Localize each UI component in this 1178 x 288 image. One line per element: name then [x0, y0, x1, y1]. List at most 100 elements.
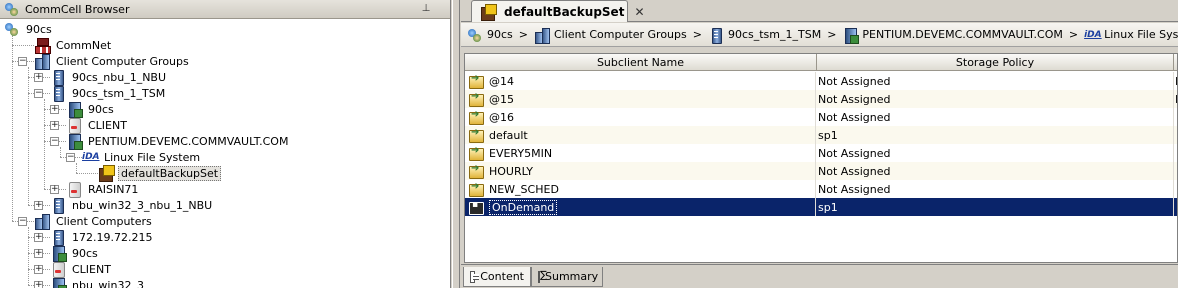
column-header-storage-policy[interactable]: Storage Policy	[817, 54, 1174, 71]
expand-icon[interactable]: +	[50, 185, 59, 194]
collapse-icon[interactable]: −	[18, 217, 27, 226]
storage-policy-cell: Not Assigned	[817, 90, 1174, 108]
tree-item[interactable]: nbu_win32_3	[50, 277, 146, 288]
expand-icon[interactable]: +	[34, 249, 43, 258]
media-agent-icon	[50, 229, 66, 246]
collapse-icon[interactable]: −	[18, 57, 27, 66]
extra-cell	[1174, 108, 1177, 126]
tree-item[interactable]: CommNet	[34, 37, 113, 54]
table-row[interactable]: @15 Not AssignedD	[465, 90, 1177, 108]
tree-connector	[60, 147, 61, 157]
subclient-name: NEW_SCHED	[489, 182, 559, 196]
storage-policy-cell: sp1	[817, 198, 1174, 216]
table-row[interactable]: @14 Not AssignedD	[465, 72, 1177, 90]
table-row[interactable]: HOURLY Not Assigned	[465, 162, 1177, 180]
tree-item[interactable]: RAISIN71	[66, 181, 140, 198]
content-panel: defaultBackupSet ✕ 90cs > Client Computer …	[461, 0, 1178, 288]
tree-connector	[44, 99, 45, 189]
expand-icon[interactable]: +	[34, 265, 43, 274]
extra-cell: D	[1174, 72, 1177, 90]
tree-item[interactable]: 90cs	[66, 101, 116, 118]
media-server-icon	[50, 277, 67, 288]
ida-icon: iDA	[82, 152, 100, 162]
expand-icon[interactable]: +	[34, 73, 43, 82]
storage-policy-cell: sp1	[817, 126, 1174, 144]
pin-icon[interactable]: ⊥	[420, 3, 432, 15]
tree-item[interactable]: Client Computer Groups	[34, 53, 191, 70]
tab-default-backup-set[interactable]: defaultBackupSet ✕	[471, 0, 645, 22]
commcell-browser-titlebar: CommCell Browser	[0, 0, 450, 19]
breadcrumb-separator: >	[692, 28, 702, 41]
subclient-name: OnDemand	[489, 199, 558, 215]
tree-connector	[12, 45, 34, 46]
subclient-icon	[468, 181, 484, 197]
collapse-icon[interactable]: −	[50, 137, 59, 146]
close-icon[interactable]: ✕	[634, 5, 644, 19]
tree-item-label: Linux File System	[104, 150, 201, 164]
column-header-subclient-name[interactable]: Subclient Name	[465, 54, 817, 71]
panel-title: CommCell Browser	[25, 2, 130, 16]
content-grid-icon	[470, 270, 480, 283]
expand-icon[interactable]: +	[50, 121, 59, 130]
breadcrumb-item[interactable]: 90cs	[467, 27, 513, 43]
storage-policy-cell: Not Assigned	[817, 162, 1174, 180]
client-icon	[50, 261, 66, 278]
breadcrumb-item[interactable]: Client Computer Groups	[534, 27, 687, 44]
breadcrumb-item[interactable]: PENTIUM.DEVEMC.COMMVAULT.COM	[842, 27, 1063, 44]
breadcrumb-label: Client Computer Groups	[554, 28, 687, 41]
subclient-icon	[468, 73, 484, 89]
tree-item[interactable]: 90cs	[4, 21, 54, 37]
commcell-icon	[4, 1, 20, 17]
breadcrumb-item[interactable]: 90cs_tsm_1_TSM	[708, 27, 821, 44]
expand-icon[interactable]: +	[34, 281, 43, 288]
table-row[interactable]: OnDemand sp1	[465, 198, 1177, 216]
column-header-extra[interactable]	[1174, 54, 1177, 71]
view-tabs: Content Summary	[461, 264, 1178, 288]
table-header: Subclient Name Storage Policy	[465, 54, 1177, 71]
tree-item-label: CLIENT	[88, 118, 127, 132]
summary-icon	[538, 270, 547, 283]
subclient-name: EVERY5MIN	[489, 146, 553, 160]
breadcrumb-item[interactable]: iDALinux File System	[1084, 27, 1178, 43]
tab-content[interactable]: Content	[463, 267, 531, 287]
table-row[interactable]: EVERY5MIN Not Assigned	[465, 144, 1177, 162]
tab-content-label: Content	[480, 270, 524, 283]
subclient-table: Subclient Name Storage Policy @14 Not Ass…	[464, 53, 1178, 263]
tree-item[interactable]: CLIENT	[66, 117, 129, 134]
tree-item[interactable]: Client Computers	[34, 213, 154, 230]
tree-item-label: Client Computer Groups	[56, 54, 189, 68]
table-row[interactable]: NEW_SCHED Not Assigned	[465, 180, 1177, 198]
tree-item[interactable]: iDA Linux File System	[82, 149, 202, 165]
client-group-icon	[534, 27, 550, 44]
tree-item-label: Client Computers	[56, 214, 152, 228]
storage-policy-cell: Not Assigned	[817, 144, 1174, 162]
table-row[interactable]: default sp1	[465, 126, 1177, 144]
tree-item[interactable]: 90cs_tsm_1_TSM	[50, 85, 167, 102]
tree-item[interactable]: nbu_win32_3_nbu_1_NBU	[50, 197, 214, 214]
expand-icon[interactable]: +	[34, 201, 43, 210]
commcell-browser-panel: CommCell Browser ⊥ 90cs CommNet Client Com…	[0, 0, 451, 288]
collapse-icon[interactable]: −	[34, 89, 43, 98]
tree-item[interactable]: 172.19.72.215	[50, 229, 154, 246]
extra-cell	[1174, 126, 1177, 144]
client-group-icon	[34, 53, 50, 70]
expand-icon[interactable]: +	[34, 233, 43, 242]
expand-icon[interactable]: +	[50, 105, 59, 114]
extra-cell	[1174, 198, 1177, 216]
tree-item[interactable]: PENTIUM.DEVEMC.COMMVAULT.COM	[66, 133, 290, 150]
subclient-icon	[468, 91, 484, 107]
tree-item[interactable]: defaultBackupSet	[98, 165, 222, 182]
tab-summary[interactable]: Summary	[531, 267, 603, 287]
subclient-name: default	[489, 128, 528, 142]
pane-splitter[interactable]	[452, 0, 460, 288]
table-row[interactable]: @16 Not Assigned	[465, 108, 1177, 126]
tree-item-label: 90cs	[72, 246, 98, 260]
tree-item[interactable]: CLIENT	[50, 261, 113, 278]
breadcrumb-separator: >	[827, 28, 837, 41]
storage-policy-cell: Not Assigned	[817, 108, 1174, 126]
tree-item[interactable]: 90cs	[50, 245, 100, 262]
collapse-icon[interactable]: −	[66, 153, 75, 162]
tree-item[interactable]: 90cs_nbu_1_NBU	[50, 69, 168, 86]
tree-connector	[12, 35, 13, 221]
client-icon	[66, 181, 82, 198]
